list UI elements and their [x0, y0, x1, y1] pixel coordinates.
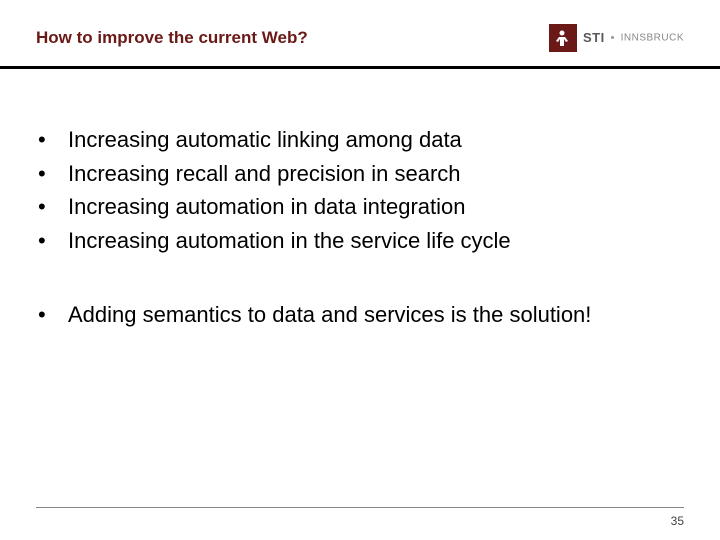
bullet-icon: • [36, 192, 68, 222]
page-number: 35 [671, 514, 684, 528]
bullet-text: Increasing automation in data integratio… [68, 192, 684, 222]
bullet-icon: • [36, 125, 68, 155]
slide-content: • Increasing automatic linking among dat… [0, 69, 720, 329]
bullet-text: Increasing recall and precision in searc… [68, 159, 684, 189]
logo-separator-icon [611, 36, 614, 39]
list-item: • Increasing automatic linking among dat… [36, 125, 684, 155]
list-item: • Increasing recall and precision in sea… [36, 159, 684, 189]
bullet-text: Adding semantics to data and services is… [68, 300, 684, 330]
bullet-group-1: • Increasing automatic linking among dat… [36, 125, 684, 256]
list-item: • Adding semantics to data and services … [36, 300, 684, 330]
logo-text: STI INNSBRUCK [583, 29, 684, 47]
bullet-icon: • [36, 159, 68, 189]
bullet-text: Increasing automatic linking among data [68, 125, 684, 155]
bullet-group-2: • Adding semantics to data and services … [36, 300, 684, 330]
slide-title: How to improve the current Web? [36, 28, 308, 48]
list-item: • Increasing automation in the service l… [36, 226, 684, 256]
bullet-icon: • [36, 226, 68, 256]
logo-subtext: INNSBRUCK [621, 32, 684, 43]
bullet-text: Increasing automation in the service lif… [68, 226, 684, 256]
footer-divider [36, 507, 684, 508]
list-item: • Increasing automation in data integrat… [36, 192, 684, 222]
logo-brand: STI [583, 30, 605, 45]
bullet-icon: • [36, 300, 68, 330]
slide-header: How to improve the current Web? STI INNS… [0, 0, 720, 66]
sti-logo-icon [549, 24, 577, 52]
logo-area: STI INNSBRUCK [549, 24, 684, 52]
